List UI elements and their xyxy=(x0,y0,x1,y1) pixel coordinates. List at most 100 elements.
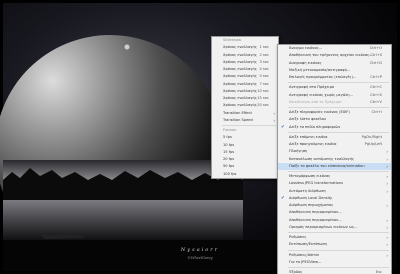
menu-item: Επικόλληση από το Πρόχειρο Ctrl+V xyxy=(278,99,391,106)
submenu-item[interactable]: Χρόνος εναλλαγής 1 sec xyxy=(212,44,278,51)
menu-item[interactable]: Αντιγραφή εικόνας χωρίς μεγάλη... Ctrl+X xyxy=(278,92,391,99)
menu-separator xyxy=(288,171,389,172)
submenu-item[interactable]: Χρόνος εναλλαγής 10 sec xyxy=(212,88,278,95)
menu-item[interactable]: Αποθήκευση περιορισμένου... › xyxy=(278,217,391,224)
menu-item[interactable]: Για το JPEGView... xyxy=(278,259,391,266)
submenu-item[interactable]: Χρόνος εναλλαγής 2 sec xyxy=(212,52,278,59)
submenu-item[interactable]: Χρόνος εναλλαγής 5 sec xyxy=(212,73,278,80)
submenu-item-label: 100 fps xyxy=(223,171,237,176)
menu-item[interactable]: Αυτόματη διόρθωση › xyxy=(278,188,391,195)
menu-item-label: Μαζική μετονομασία/αντιγραφή... xyxy=(289,67,351,72)
menu-separator xyxy=(222,125,276,126)
submenu-item-value: 3 sec xyxy=(259,59,270,64)
menu-item-shortcut: Ctrl+D xyxy=(369,60,382,65)
menu-item-label: Μεταμόρφωση εικόνας xyxy=(289,174,331,178)
menu-item[interactable]: Άνοιγμα εικόνας... Ctrl+O xyxy=(278,45,391,52)
submenu-item[interactable]: Χρόνος εναλλαγής 4 sec xyxy=(212,66,278,73)
menu-item[interactable]: Ρυθμίσεις › xyxy=(278,234,391,241)
chevron-right-icon: › xyxy=(386,163,388,169)
menu-item-label: Αποθήκευση του τρέχοντος αρχείου εικόνας… xyxy=(289,53,373,58)
submenu-item[interactable]: Χρόνος εναλλαγής 15 sec xyxy=(212,95,278,102)
submenu-item[interactable]: 15 fps xyxy=(212,149,278,156)
menu-item-slideshow[interactable]: Παίξε το φακέλο του slideshow/animation › xyxy=(278,162,391,170)
submenu-item[interactable]: Transition Effect › xyxy=(212,110,278,117)
menu-item-label: Αποθήκευση περιορισμένου... xyxy=(289,217,342,222)
menu-item-shortcut: Ctrl+P xyxy=(370,75,382,79)
menu-separator xyxy=(288,232,389,233)
menu-item[interactable]: Δείξε λίστα φακέλου xyxy=(278,116,391,123)
menu-item-label: Δείξε το πεδίο πληροφοριών xyxy=(289,124,341,129)
slideshow-submenu: Slideshow Χρόνος εναλλαγής 1 sec Χρόνος ενα… xyxy=(211,36,279,179)
menu-item-label: Δείξε προηγούμενη εικόνα xyxy=(289,142,337,146)
submenu-item[interactable]: 5 fps xyxy=(212,134,278,141)
submenu-item-label: Χρόνος εναλλαγής xyxy=(223,74,257,79)
submenu-item[interactable]: 50 fps xyxy=(212,163,278,170)
menu-item-label: Ρυθμίσεις/Admin xyxy=(289,252,320,257)
chevron-right-icon: › xyxy=(386,149,388,155)
menu-item-label: Πλοήγηση xyxy=(289,149,308,154)
menu-item[interactable]: Διόρθωση περιοχήματος › xyxy=(278,202,391,209)
menu-item[interactable]: Δείξε επόμενη εικόνα PgDn/Right xyxy=(278,134,391,141)
menu-item[interactable]: Μεταμόρφωση εικόνας › xyxy=(278,173,391,180)
submenu-item-label: Χρόνος εναλλαγής xyxy=(223,45,257,50)
menu-item[interactable]: Αποθήκευση περιορισμένου... xyxy=(278,209,391,216)
menu-separator xyxy=(288,131,389,133)
menu-item[interactable]: Δείξε προηγούμενη εικόνα PgUp/Left xyxy=(278,141,391,148)
menu-item[interactable]: ✔ Διόρθωση Local Density xyxy=(278,195,391,202)
submenu-item-label: Transition Effect xyxy=(223,110,252,115)
submenu-item[interactable]: Transition Speed › xyxy=(212,117,278,124)
menu-item[interactable]: Αντιγραφή στο Πρόχειρο Ctrl+C xyxy=(278,84,391,91)
menu-item[interactable]: Μαζική μετονομασία/αντιγραφή... xyxy=(278,67,391,74)
menu-item[interactable]: Ορισμός περιορισμένων εικόνων ως... › xyxy=(278,224,391,231)
submenu-item-label: Χρόνος εναλλαγής xyxy=(223,88,257,93)
menu-item-label: Έξοδος xyxy=(289,270,303,274)
menu-item[interactable]: ✔ Δείξε το πεδίο πληροφοριών xyxy=(278,124,391,131)
menu-item[interactable]: Αποθήκευση του τρέχοντος αρχείου εικόνας… xyxy=(278,52,391,59)
menu-separator xyxy=(288,249,389,251)
menu-item-label: Εκτύπωση/Εκτύπωση xyxy=(289,242,327,247)
chevron-right-icon: › xyxy=(386,224,388,230)
menu-item[interactable]: Πλοήγηση › xyxy=(278,148,391,155)
submenu-item-label: 50 fps xyxy=(223,164,235,169)
submenu-item-value: 1 sec xyxy=(259,45,270,50)
chevron-right-icon: › xyxy=(386,203,388,208)
checkmark-icon: ✔ xyxy=(281,195,285,201)
chevron-right-icon: › xyxy=(273,110,275,116)
menu-item[interactable]: Δείξε πληροφορίες εικόνας (EXIF) Ctrl+I xyxy=(278,109,391,116)
desktop-screen: Nysaiorr ©WheelGarey Slideshow Χρόνος ενα… xyxy=(0,0,400,274)
menu-item-shortcut: Ctrl+I xyxy=(371,110,382,114)
chevron-right-icon: › xyxy=(386,188,388,194)
menu-item-label: Lossless JPEG transformations xyxy=(289,181,343,186)
menu-item-shortcut: PgDn/Right xyxy=(361,134,382,139)
submenu-item[interactable]: 100 fps xyxy=(212,171,278,178)
chevron-right-icon: › xyxy=(386,235,388,240)
menu-item[interactable]: Εκτύπωση/Εκτύπωση › xyxy=(278,241,391,248)
submenu-item[interactable]: Χρόνος εναλλαγής 3 sec xyxy=(212,59,278,66)
menu-item[interactable]: Επιλογές προγράμματος (επιλογές)... Ctrl+… xyxy=(278,74,391,81)
submenu-item-value: 7 sec xyxy=(259,81,270,86)
menu-item-label: Για το JPEGView... xyxy=(289,259,322,264)
menu-item[interactable]: Κατανάλωση αυτόματης εναλλαγής › xyxy=(278,156,391,163)
submenu-item-value: 2 sec xyxy=(259,52,270,57)
menu-separator xyxy=(288,267,389,268)
menu-item-label: Διόρθωση Local Density xyxy=(289,195,333,200)
chevron-right-icon: › xyxy=(273,117,275,123)
submenu-item-label: 5 fps xyxy=(223,135,232,140)
submenu-item-label: Χρόνος εναλλαγής xyxy=(223,96,257,100)
menu-item-label: Κατανάλωση αυτόματης εναλλαγής xyxy=(289,156,355,161)
menu-item[interactable]: Ρυθμίσεις/Admin › xyxy=(278,252,391,259)
submenu-item-label: 10 fps xyxy=(223,142,235,147)
menu-item-shortcut: Esc xyxy=(375,270,382,274)
submenu-item[interactable]: 20 fps xyxy=(212,156,278,163)
menu-item-label: Ορισμός περιορισμένων εικόνων ως... xyxy=(289,224,358,229)
submenu-item[interactable]: Χρόνος εναλλαγής 20 sec xyxy=(212,102,278,109)
menu-item[interactable]: Lossless JPEG transformations › xyxy=(278,180,391,187)
menu-item-label: Επικόλληση από το Πρόχειρο xyxy=(289,99,342,104)
menu-item-label: Άνοιγμα εικόνας... xyxy=(289,46,323,50)
menu-item[interactable]: Έξοδος Esc xyxy=(278,269,391,274)
menu-item[interactable]: Διαγραφή εικόνας Ctrl+D xyxy=(278,60,391,67)
submenu-item[interactable]: Χρόνος εναλλαγής 7 sec xyxy=(212,81,278,88)
menu-item-label: Δείξε επόμενη εικόνα xyxy=(289,134,328,139)
chevron-right-icon: › xyxy=(386,174,388,179)
submenu-item[interactable]: 10 fps xyxy=(212,142,278,149)
